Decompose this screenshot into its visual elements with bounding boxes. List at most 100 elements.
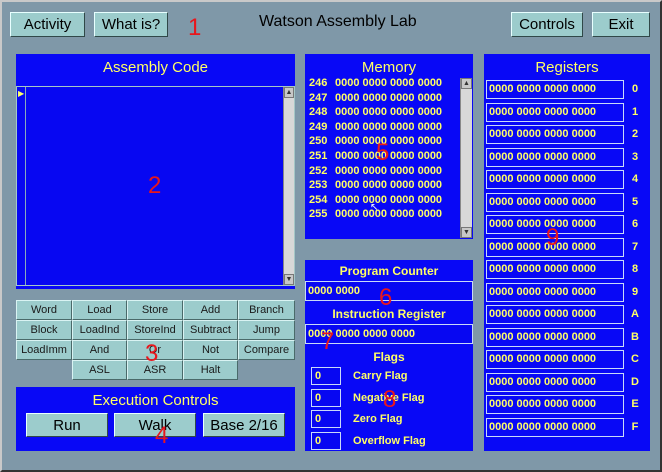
register-index: 9 bbox=[631, 285, 639, 298]
mouse-cursor-icon: ↖ bbox=[370, 202, 379, 213]
memory-row[interactable]: 248 0000 0000 0000 0000 bbox=[307, 105, 461, 120]
scroll-down-icon[interactable]: ▼ bbox=[284, 274, 294, 285]
register-value: 0000 0000 0000 0000 bbox=[486, 417, 624, 437]
flag-value: 0 bbox=[311, 431, 341, 450]
register-index: 1 bbox=[631, 105, 639, 118]
memory-address: 246 bbox=[309, 77, 328, 89]
base-toggle-button[interactable]: Base 2/16 bbox=[203, 413, 285, 437]
instruction-button-not[interactable]: Not bbox=[183, 340, 238, 360]
memory-address: 255 bbox=[309, 208, 328, 221]
memory-address: 250 bbox=[309, 135, 328, 148]
register-value: 0000 0000 0000 0000 bbox=[486, 260, 624, 279]
scroll-up-icon[interactable]: ▲ bbox=[461, 78, 472, 89]
register-index: 8 bbox=[631, 263, 639, 275]
memory-value: 0000 0000 0000 0000 bbox=[335, 120, 443, 133]
assembly-code-title: Assembly Code bbox=[102, 59, 209, 76]
scroll-up-icon[interactable]: ▲ bbox=[284, 87, 294, 98]
register-index: E bbox=[631, 398, 639, 410]
register-index: D bbox=[631, 375, 639, 388]
flag-value: 0 bbox=[311, 388, 341, 407]
memory-value: 0000 0000 0000 0000 bbox=[335, 193, 443, 206]
registers-panel: Registers 0000 0000 0000 0000 0 0000 0000 … bbox=[484, 54, 650, 451]
memory-value: 0000 0000 0000 0000 bbox=[335, 208, 443, 221]
register-value: 0000 0000 0000 0000 bbox=[486, 282, 624, 302]
scroll-down-icon[interactable]: ▼ bbox=[461, 227, 472, 238]
annotation-9: 9 bbox=[546, 224, 560, 251]
flag-value: 0 bbox=[311, 367, 341, 385]
exit-button[interactable]: Exit bbox=[592, 12, 650, 37]
register-value: 0000 0000 0000 0000 bbox=[486, 147, 624, 167]
annotation-1: 1 bbox=[188, 14, 202, 41]
register-index: 4 bbox=[631, 173, 639, 185]
instruction-button-loadimm[interactable]: LoadImm bbox=[16, 340, 72, 360]
register-index: 6 bbox=[631, 218, 639, 230]
register-value: 0000 0000 0000 0000 bbox=[486, 102, 624, 122]
register-value: 0000 0000 0000 0000 bbox=[486, 395, 624, 414]
memory-address: 251 bbox=[309, 149, 328, 162]
annotation-4: 4 bbox=[155, 422, 169, 449]
instruction-button-asl[interactable]: ASL bbox=[72, 360, 127, 380]
execution-controls-title: Execution Controls bbox=[92, 392, 219, 409]
memory-row[interactable]: 253 0000 0000 0000 0000 bbox=[307, 178, 461, 193]
register-index: 5 bbox=[631, 195, 639, 208]
whatis-button[interactable]: What is? bbox=[94, 12, 168, 37]
memory-title: Memory bbox=[361, 59, 417, 76]
register-index: 7 bbox=[631, 240, 639, 253]
register-value: 0000 0000 0000 0000 bbox=[486, 170, 624, 189]
flag-label: Overflow Flag bbox=[353, 434, 426, 447]
register-value: 0000 0000 0000 0000 bbox=[486, 350, 624, 369]
memory-value: 0000 0000 0000 0000 bbox=[335, 77, 443, 89]
program-counter-title: Program Counter bbox=[339, 264, 439, 278]
register-index: B bbox=[631, 330, 639, 343]
instruction-button-word[interactable]: Word bbox=[16, 300, 72, 320]
annotation-8: 8 bbox=[383, 386, 397, 413]
memory-row[interactable]: 247 0000 0000 0000 0000 bbox=[307, 91, 461, 106]
memory-address: 248 bbox=[309, 106, 328, 119]
memory-address: 252 bbox=[309, 164, 328, 177]
registers-title: Registers bbox=[535, 59, 599, 76]
register-index: 3 bbox=[631, 150, 639, 163]
instruction-button-compare[interactable]: Compare bbox=[238, 340, 295, 360]
instruction-button-add[interactable]: Add bbox=[183, 300, 238, 320]
instruction-button-store[interactable]: Store bbox=[127, 300, 183, 320]
instruction-button-halt[interactable]: Halt bbox=[183, 360, 238, 380]
code-scrollbar[interactable]: ▲ ▼ bbox=[283, 87, 294, 285]
run-button[interactable]: Run bbox=[26, 413, 108, 437]
memory-address: 254 bbox=[309, 193, 328, 206]
annotation-7: 7 bbox=[321, 328, 335, 355]
memory-address: 253 bbox=[309, 179, 328, 192]
memory-row[interactable]: 254 0000 0000 0000 0000 bbox=[307, 193, 461, 208]
memory-row[interactable]: 249 0000 0000 0000 0000 bbox=[307, 120, 461, 135]
annotation-5: 5 bbox=[376, 139, 390, 166]
memory-value: 0000 0000 0000 0000 bbox=[335, 91, 443, 104]
annotation-3: 3 bbox=[145, 340, 159, 367]
instruction-button-storeind[interactable]: StoreInd bbox=[127, 320, 183, 340]
annotation-6: 6 bbox=[379, 284, 393, 311]
register-value: 0000 0000 0000 0000 bbox=[486, 80, 624, 99]
flag-label: Carry Flag bbox=[353, 370, 408, 382]
memory-row[interactable]: 246 0000 0000 0000 0000 bbox=[307, 76, 461, 91]
instruction-button-block[interactable]: Block bbox=[16, 320, 72, 340]
instruction-button-load[interactable]: Load bbox=[72, 300, 127, 320]
instruction-button-loadind[interactable]: LoadInd bbox=[72, 320, 127, 340]
instruction-button-branch[interactable]: Branch bbox=[238, 300, 295, 320]
memory-value: 0000 0000 0000 0000 bbox=[335, 106, 443, 119]
register-value: 0000 0000 0000 0000 bbox=[486, 192, 624, 212]
memory-row[interactable]: 255 0000 0000 0000 0000 bbox=[307, 207, 461, 222]
app-title: Watson Assembly Lab bbox=[259, 13, 417, 30]
flag-value: 0 bbox=[311, 410, 341, 428]
memory-address: 249 bbox=[309, 120, 328, 133]
annotation-2: 2 bbox=[148, 172, 162, 199]
memory-scrollbar[interactable]: ▲ ▼ bbox=[460, 78, 472, 238]
register-value: 0000 0000 0000 0000 bbox=[486, 372, 624, 392]
instruction-button-and[interactable]: And bbox=[72, 340, 127, 360]
controls-button[interactable]: Controls bbox=[511, 12, 583, 37]
register-index: F bbox=[631, 420, 639, 433]
instruction-button-subtract[interactable]: Subtract bbox=[183, 320, 238, 340]
activity-button[interactable]: Activity bbox=[10, 12, 85, 37]
register-value: 0000 0000 0000 0000 bbox=[486, 125, 624, 144]
register-index: 2 bbox=[631, 128, 639, 140]
register-value: 0000 0000 0000 0000 bbox=[486, 327, 624, 347]
register-index: A bbox=[631, 308, 639, 320]
instruction-button-jump[interactable]: Jump bbox=[238, 320, 295, 340]
